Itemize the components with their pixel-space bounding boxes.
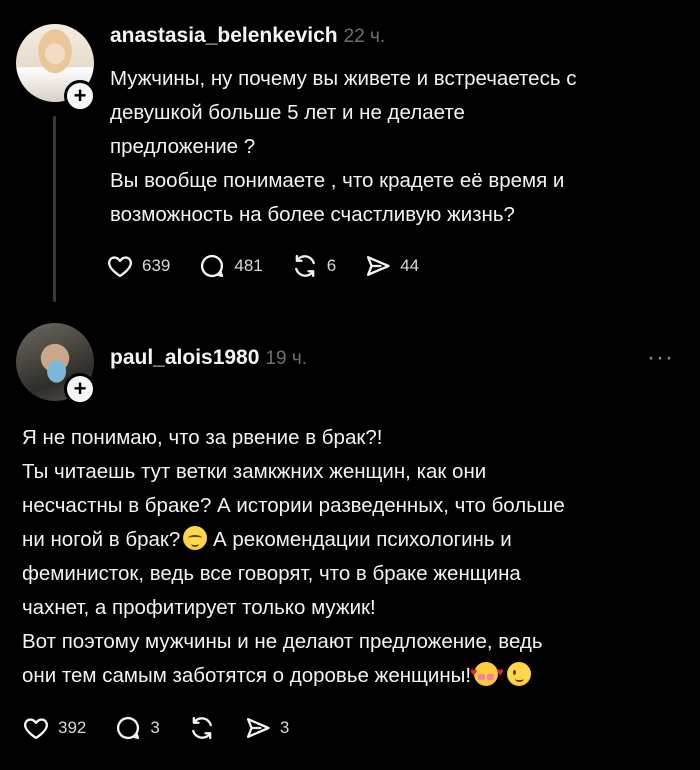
repost-count: 6 [326,256,337,275]
more-options-icon[interactable]: ··· [647,346,674,370]
comment-button[interactable]: 481 [198,252,263,280]
heart-icon [24,718,48,740]
post-text: Я не понимаю, что за рвение в брак?! Ты … [22,421,565,693]
username[interactable]: anastasia_belenkevich [110,24,338,47]
smiling-face-with-hearts-emoji-icon [470,655,512,689]
post-actions: 392 3 3 [22,711,317,745]
send-icon [246,718,270,738]
share-button[interactable]: 3 [244,714,289,742]
text-line: Мужчины, ну почему вы живете и встречает… [110,67,577,90]
text-segment: они тем самым заботятся о доровье женщин… [22,664,472,687]
text-line: чахнет, а профитирует только мужик! [22,596,376,619]
repost-icon [191,716,212,740]
repost-button[interactable]: 6 [291,252,336,280]
like-count: 639 [142,256,171,275]
text-line: Я не понимаю, что за рвение в брак?! [22,426,383,449]
like-button[interactable]: 639 [106,252,170,280]
text-line: предложение ? [110,135,256,158]
thread-post: + paul_alois1980 19 ч. ··· Я не понимаю, … [0,305,700,770]
share-count: 44 [400,256,420,275]
text-line: феминисток, ведь все говорят, что в брак… [22,562,521,585]
post-text: Мужчины, ну почему вы живете и встречает… [110,62,576,232]
text-line: возможность на более счастливую жизнь? [110,203,515,226]
follow-plus-icon[interactable]: + [64,80,96,112]
text-line: они тем самым заботятся о доровье женщин… [22,655,565,693]
text-segment: А рекомендации психологинь и [207,528,512,551]
send-icon [367,256,390,276]
username[interactable]: paul_alois1980 [110,346,259,369]
comment-icon [201,254,224,278]
thread-connector-line [53,116,56,302]
text-line: девушкой больше 5 лет и не делаете [110,101,465,124]
comment-count: 3 [150,718,160,737]
repost-button[interactable] [188,714,216,742]
like-button[interactable]: 392 [22,714,86,742]
winking-face-emoji-icon [506,662,531,686]
follow-plus-icon[interactable]: + [64,373,96,405]
text-line: несчастны в браке? А истории разведенных… [22,494,565,517]
like-count: 392 [58,718,87,737]
text-line: Ты читаешь тут ветки замкжних женщин, ка… [22,460,487,483]
text-line: Вы вообще понимаете , что крадете её вре… [110,169,565,192]
repost-icon [294,254,315,278]
text-line: ни ногой в брак? А рекомендации психолог… [22,523,565,557]
text-segment: ни ногой в брак? [22,528,181,551]
thread-post: + anastasia_belenkevich 22 ч. Мужчины, ну… [0,0,700,305]
share-button[interactable]: 44 [364,252,419,280]
heart-icon [108,256,132,278]
relieved-face-emoji-icon [183,526,208,550]
post-timestamp: 19 ч. [265,348,308,369]
text-line: Вот поэтому мужчины и не делают предложе… [22,630,543,653]
comment-icon [117,716,140,740]
share-count: 3 [279,718,290,737]
post-timestamp: 22 ч. [343,26,386,47]
comment-button[interactable]: 3 [114,714,160,742]
post-author[interactable]: paul_alois1980 19 ч. [110,346,307,370]
comment-count: 481 [234,256,263,275]
post-actions: 639 481 6 44 [106,249,447,283]
post-author[interactable]: anastasia_belenkevich 22 ч. [110,24,385,48]
